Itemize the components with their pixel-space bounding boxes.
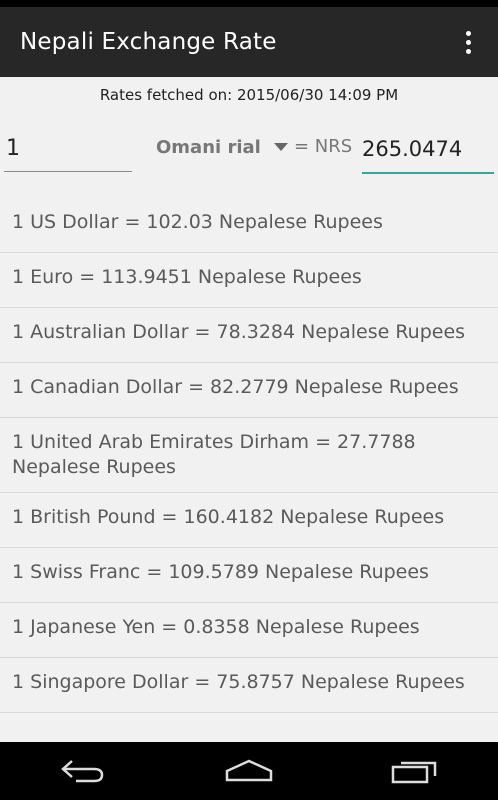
app-title: Nepali Exchange Rate [20,29,277,55]
fetched-timestamp: Rates fetched on: 2015/06/30 14:09 PM [99,86,399,104]
dropdown-arrow-icon [274,143,288,151]
currency-label: Omani rial [156,136,261,158]
converter-row: Omani rial = NRS [0,118,498,178]
equals-label: = NRS [294,136,353,157]
list-item[interactable]: 1 Euro = 113.9451 Nepalese Rupees [0,253,498,308]
list-item[interactable]: 1 US Dollar = 102.03 Nepalese Rupees [0,198,498,253]
rates-list[interactable]: 1 US Dollar = 102.03 Nepalese Rupees 1 E… [0,198,498,742]
list-item[interactable]: 1 British Pound = 160.4182 Nepalese Rupe… [0,493,498,548]
back-icon [61,760,104,783]
overflow-menu-button[interactable] [448,7,488,77]
list-item[interactable]: 1 Japanese Yen = 0.8358 Nepalese Rupees [0,603,498,658]
back-button[interactable] [33,742,133,800]
recents-button[interactable] [365,742,465,800]
navigation-bar [0,742,498,800]
list-item[interactable]: 1 Canadian Dollar = 82.2779 Nepalese Rup… [0,363,498,418]
list-item[interactable]: 1 United Arab Emirates Dirham = 27.7788 … [0,418,498,493]
result-field[interactable] [362,126,494,174]
status-bar [0,0,498,7]
list-item[interactable]: 1 Australian Dollar = 78.3284 Nepalese R… [0,308,498,363]
recents-icon [391,761,437,784]
amount-input[interactable] [4,126,132,172]
home-button[interactable] [199,742,299,800]
list-item[interactable]: 1 Swiss Franc = 109.5789 Nepalese Rupees [0,548,498,603]
home-icon [225,759,273,782]
list-item[interactable]: 1 Singapore Dollar = 75.8757 Nepalese Ru… [0,658,498,713]
currency-select[interactable]: Omani rial [156,132,288,162]
app-bar: Nepali Exchange Rate [0,7,498,77]
more-vert-icon [465,30,471,54]
